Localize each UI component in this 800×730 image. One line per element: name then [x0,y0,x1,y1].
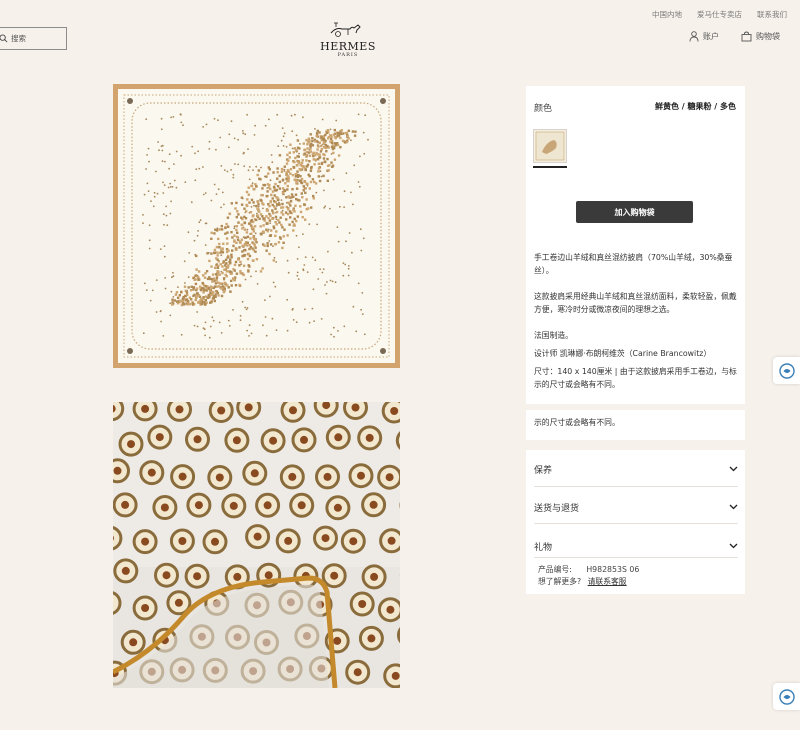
accordion-care[interactable]: 保养 [534,461,738,477]
chat-icon [778,362,795,379]
divider [534,523,738,524]
chat-widget-button[interactable] [773,357,800,384]
description-title: 手工卷边山羊绒和真丝混纺披肩（70%山羊绒，30%桑蚕丝）。 [534,253,733,275]
region-link[interactable]: 中国内地 [652,9,682,20]
description-body: 这款披肩采用经典山羊绒和真丝混纺面料，柔软轻盈，佩戴方便，寒冷时分或微凉夜间的理… [534,292,737,314]
contact-service-link[interactable]: 请联系客服 [588,577,627,586]
add-to-bag-button[interactable]: 加入购物袋 [576,201,693,223]
stores-link[interactable]: 爱马仕专卖店 [697,9,742,20]
search-placeholder: 搜索 [11,34,26,43]
shopping-bag-icon [741,31,752,42]
carriage-logo-icon [330,22,361,37]
color-value: 鲜黄色 / 糖果粉 / 多色 [655,102,736,111]
hermes-logo[interactable]: HERMES PARIS [318,21,378,58]
account-label: 账户 [703,32,719,41]
chat-widget-button-secondary[interactable] [773,683,800,710]
scarf-detail-image [113,402,400,688]
accordion-shipping-label: 送货与退货 [534,503,580,514]
swatch-thumbnail-image [535,131,565,161]
chevron-down-icon [729,543,738,549]
accordion-shipping[interactable]: 送货与退货 [534,499,738,515]
product-image-scarf[interactable] [113,84,400,368]
scarf-pattern-image [123,94,390,358]
accordion-care-label: 保养 [534,465,553,476]
divider [534,486,738,487]
help-line: 想了解更多? 请联系客服 [538,576,627,587]
search-input[interactable]: 搜索 [0,27,67,50]
help-question: 想了解更多? [538,577,582,586]
size-note: 尺寸：140 x 140厘米 | 由于这款披肩采用手工卷边，与标示的尺寸或会略有… [534,367,737,389]
product-image-detail[interactable] [113,402,400,688]
account-button[interactable]: 账户 [689,31,719,42]
accordion-gift[interactable]: 礼物 [534,538,738,554]
bag-label: 购物袋 [756,32,780,41]
chevron-down-icon [729,504,738,510]
contact-link[interactable]: 联系我们 [757,9,787,20]
chevron-down-icon [729,466,738,472]
chat-icon [778,688,795,705]
bag-button[interactable]: 购物袋 [741,31,780,42]
product-code: 产品编号: H982853S 06 [538,564,639,575]
product-code-value: H982853S 06 [586,565,640,574]
designer-text: 设计师 凯琳娜·布朗柯维茨（Carine Brancowitz） [534,349,712,358]
divider [534,557,738,558]
color-swatch[interactable] [533,129,567,163]
accordion-gift-label: 礼物 [534,542,553,553]
made-in-text: 法国制造。 [534,331,573,340]
swatch-selected-indicator [533,166,567,168]
color-label: 颜色 [534,104,553,114]
search-icon [0,34,8,43]
product-code-label: 产品编号: [538,565,572,574]
user-icon [689,31,699,42]
size-note-repeat: 示的尺寸或会略有不同。 [534,418,620,427]
